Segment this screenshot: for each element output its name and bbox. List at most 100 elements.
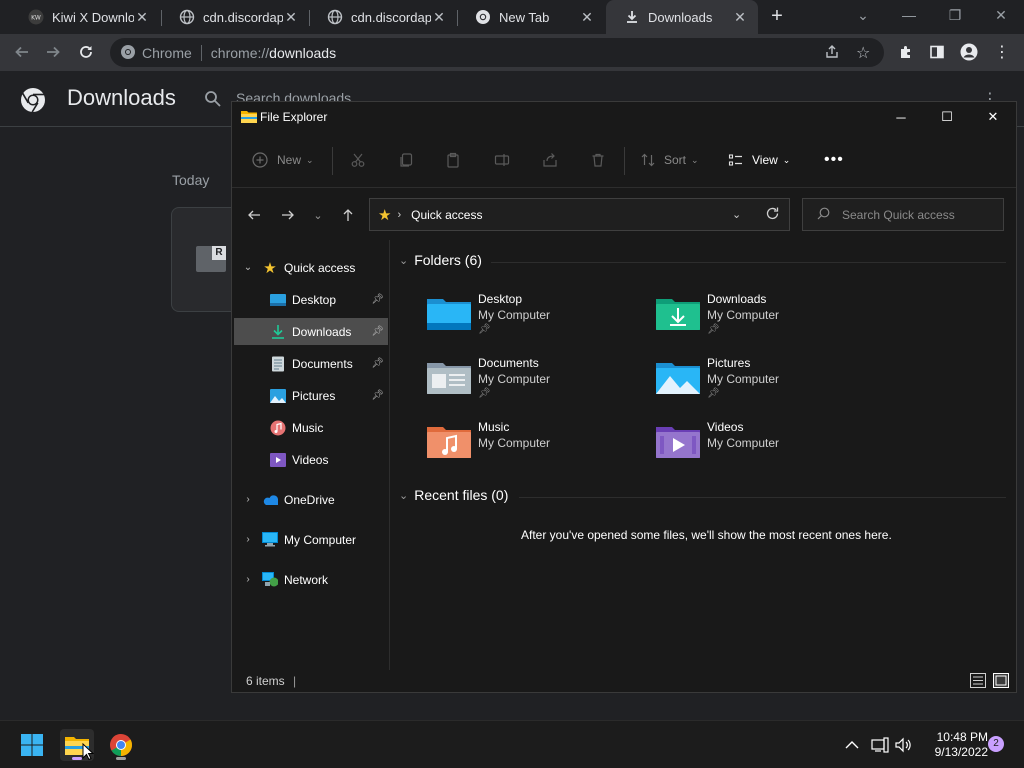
folder-tile-downloads[interactable]: Downloads My Computer 📌︎ (656, 292, 866, 348)
close-tab-icon[interactable]: ✕ (431, 9, 447, 26)
folder-tile-music[interactable]: Music My Computer (427, 420, 637, 476)
nav-item-videos[interactable]: Videos (234, 446, 388, 473)
extensions-icon[interactable] (894, 40, 918, 64)
nav-onedrive[interactable]: › OneDrive (234, 486, 388, 513)
documents-folder-icon (427, 363, 471, 394)
tab-downloads[interactable]: Downloads ✕ (606, 0, 758, 34)
tiles-view-icon[interactable] (993, 673, 1009, 691)
new-tab-button[interactable]: + (766, 6, 788, 28)
profile-avatar-icon[interactable] (957, 40, 981, 64)
folder-name: Pictures (707, 356, 751, 370)
rename-button[interactable] (494, 150, 510, 170)
omnibox[interactable]: Chrome chrome://downloads ☆ (110, 38, 884, 67)
sort-icon (641, 153, 655, 167)
address-location[interactable]: Quick access (411, 208, 482, 222)
nav-item-downloads[interactable]: Downloads 📌︎ (234, 318, 388, 345)
up-button[interactable] (338, 205, 358, 225)
nav-item-pictures[interactable]: Pictures 📌︎ (234, 382, 388, 409)
volume-icon[interactable] (894, 735, 914, 755)
refresh-icon[interactable] (765, 206, 780, 224)
back-button[interactable] (244, 205, 264, 225)
see-more-icon[interactable]: ••• (824, 150, 844, 170)
folders-section-header[interactable]: ⌄ Folders (6) (399, 252, 482, 268)
back-button[interactable] (10, 40, 34, 64)
file-type-letter: R (212, 246, 226, 260)
nav-item-documents[interactable]: Documents 📌︎ (234, 350, 388, 377)
pictures-folder-icon (270, 388, 286, 404)
new-button[interactable]: New ⌄ (252, 150, 314, 170)
file-explorer-icon (241, 110, 257, 123)
documents-folder-icon (270, 356, 286, 372)
chevron-right-icon[interactable]: › (242, 574, 254, 585)
tab-new-tab[interactable]: New Tab ✕ (457, 0, 605, 34)
running-app-indicator (116, 757, 126, 760)
tab-search-icon[interactable]: ⌄ (840, 0, 886, 30)
folder-tile-desktop[interactable]: Desktop My Computer 📌︎ (427, 292, 637, 348)
folder-tile-videos[interactable]: Videos My Computer (656, 420, 866, 476)
start-button[interactable] (15, 729, 49, 761)
close-tab-icon[interactable]: ✕ (732, 9, 748, 26)
status-divider: | (293, 674, 297, 688)
close-window-button[interactable]: ✕ (978, 0, 1024, 30)
minimize-button[interactable]: — (886, 0, 932, 30)
forward-button[interactable] (278, 205, 298, 225)
view-button[interactable]: View ⌄ (728, 150, 790, 170)
folder-tile-pictures[interactable]: Pictures My Computer 📌︎ (656, 356, 866, 412)
nav-item-music[interactable]: Music (234, 414, 388, 441)
recent-locations-chevron-icon[interactable]: ⌄ (308, 205, 328, 225)
show-hidden-icons-chevron[interactable] (842, 735, 862, 755)
close-tab-icon[interactable]: ✕ (283, 9, 299, 26)
sort-button[interactable]: Sort ⌄ (640, 150, 699, 170)
explorer-titlebar[interactable]: File Explorer ─ ☐ ✕ (232, 102, 1016, 132)
address-bar[interactable]: ★ › Quick access ⌄ (369, 198, 790, 231)
maximize-button[interactable]: ☐ (924, 102, 970, 132)
chevron-down-icon[interactable]: ⌄ (242, 262, 254, 273)
paste-button[interactable] (445, 150, 461, 170)
chevron-right-icon[interactable]: › (242, 534, 254, 545)
nav-my-computer[interactable]: › My Computer (234, 526, 388, 553)
copy-button[interactable] (398, 150, 414, 170)
nav-label: Network (284, 572, 329, 587)
close-button[interactable]: ✕ (970, 102, 1016, 132)
close-tab-icon[interactable]: ✕ (579, 9, 595, 26)
details-view-icon[interactable] (970, 673, 986, 691)
nav-item-desktop[interactable]: Desktop 📌︎ (234, 286, 388, 313)
minimize-button[interactable]: ─ (878, 102, 924, 132)
folder-name: Music (478, 420, 510, 434)
bookmark-star-icon[interactable]: ☆ (856, 43, 870, 63)
delete-button[interactable] (590, 150, 606, 170)
folder-tile-documents[interactable]: Documents My Computer 📌︎ (427, 356, 637, 412)
nav-quick-access[interactable]: ⌄ ★ Quick access (234, 254, 388, 281)
side-panel-icon[interactable] (925, 40, 949, 64)
section-divider (519, 497, 1006, 498)
address-dropdown-icon[interactable]: ⌄ (732, 208, 741, 221)
nav-network[interactable]: › Network (234, 566, 388, 593)
chevron-right-icon[interactable]: › (242, 494, 254, 505)
tab-discord-2[interactable]: cdn.discordapp ✕ (309, 0, 457, 34)
system-clock[interactable]: 10:48 PM 9/13/2022 (920, 730, 988, 760)
tab-discord-1[interactable]: cdn.discordapp ✕ (161, 0, 309, 34)
pin-icon: 📌︎ (707, 388, 720, 399)
taskbar-chrome[interactable] (104, 729, 138, 761)
restore-button[interactable]: ❐ (932, 0, 978, 30)
command-divider (332, 147, 333, 175)
view-label: View (752, 153, 778, 167)
pin-icon: 📌︎ (371, 390, 384, 401)
reload-button[interactable] (74, 40, 98, 64)
close-tab-icon[interactable]: ✕ (134, 9, 150, 26)
chrome-menu-icon[interactable]: ⋮ (990, 40, 1014, 64)
notification-badge[interactable]: 2 (988, 736, 1004, 752)
share-button[interactable] (542, 150, 558, 170)
network-status-icon[interactable] (870, 735, 890, 755)
mouse-cursor-icon (82, 742, 95, 761)
share-icon[interactable] (824, 44, 840, 63)
clock-time: 10:48 PM (936, 730, 988, 744)
chrome-icon (475, 9, 491, 25)
folder-name: Downloads (707, 292, 767, 306)
search-quick-access-input[interactable]: Search Quick access (802, 198, 1004, 231)
tab-kiwi[interactable]: KW Kiwi X Downloa ✕ (10, 0, 160, 34)
cut-button[interactable] (350, 150, 366, 170)
forward-button[interactable] (41, 40, 65, 64)
recent-files-section-header[interactable]: ⌄ Recent files (0) (399, 487, 508, 503)
search-icon[interactable] (204, 90, 222, 108)
